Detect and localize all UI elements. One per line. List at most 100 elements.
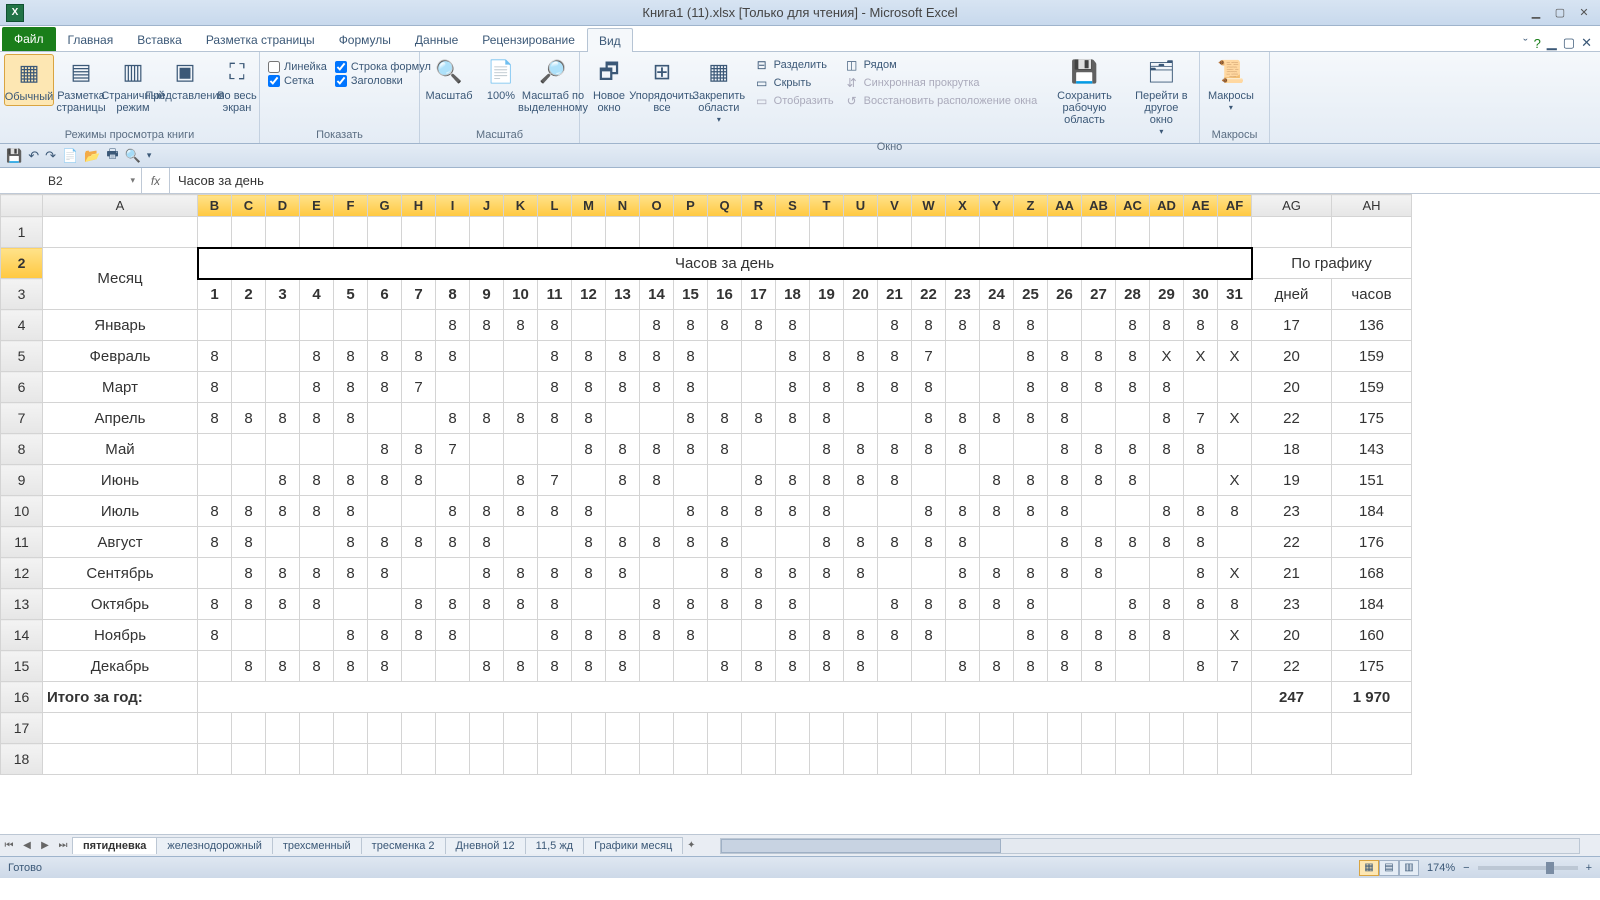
new-window-button[interactable]: 🗗Новое окно [584, 54, 634, 116]
column-header[interactable]: M [572, 195, 606, 217]
sidebyside-button[interactable]: ◫Рядом [840, 56, 1042, 74]
ribbon-tab[interactable]: Главная [56, 27, 126, 51]
view-break-icon[interactable]: ▥ [1399, 860, 1419, 876]
row-header[interactable]: 12 [1, 558, 43, 589]
row-header[interactable]: 10 [1, 496, 43, 527]
view-pagebreak-button[interactable]: ▥Страничный режим [108, 54, 158, 116]
tab-nav-next-icon[interactable]: ▶ [36, 840, 54, 851]
ribbon-tab[interactable]: Вид [587, 28, 633, 52]
row-header[interactable]: 13 [1, 589, 43, 620]
view-fullscreen-button[interactable]: ⛶Во весь экран [212, 54, 262, 116]
column-header[interactable]: K [504, 195, 538, 217]
column-header[interactable]: X [946, 195, 980, 217]
column-header[interactable]: L [538, 195, 572, 217]
ribbon-tab[interactable]: Рецензирование [470, 27, 587, 51]
doc-min-icon[interactable]: ▁ [1547, 35, 1557, 51]
column-header[interactable]: H [402, 195, 436, 217]
column-header[interactable]: AD [1150, 195, 1184, 217]
row-header[interactable]: 17 [1, 713, 43, 744]
column-header[interactable]: G [368, 195, 402, 217]
ribbon-tab[interactable]: Формулы [327, 27, 403, 51]
column-header[interactable]: Z [1014, 195, 1048, 217]
tab-nav-first-icon[interactable]: ⏮ [0, 840, 18, 851]
view-layout-icon[interactable]: ▤ [1379, 860, 1399, 876]
new-sheet-icon[interactable]: ✦ [682, 840, 700, 851]
file-tab[interactable]: Файл [2, 27, 56, 51]
spreadsheet-grid[interactable]: ABCDEFGHIJKLMNOPQRSTUVWXYZAAABACADAEAFAG… [0, 194, 1412, 775]
split-button[interactable]: ⊟Разделить [750, 56, 838, 74]
row-header[interactable]: 14 [1, 620, 43, 651]
new-icon[interactable]: 📄 [62, 148, 78, 164]
save-workspace-button[interactable]: 💾Сохранить рабочую область [1043, 54, 1126, 128]
sheet-tab[interactable]: пятидневка [72, 837, 157, 854]
column-header[interactable]: B [198, 195, 232, 217]
sheet-tab[interactable]: тресменка 2 [361, 837, 446, 854]
row-header[interactable]: 3 [1, 279, 43, 310]
row-header[interactable]: 15 [1, 651, 43, 682]
zoom-selection-button[interactable]: 🔎Масштаб по выделенному [528, 54, 578, 116]
save-icon[interactable]: 💾 [6, 148, 22, 164]
column-header[interactable]: O [640, 195, 674, 217]
quickprint-icon[interactable]: 🖶 [106, 145, 118, 167]
help-icon[interactable]: ? [1534, 36, 1541, 51]
view-normal-icon[interactable]: ▦ [1359, 860, 1379, 876]
reset-pos-button[interactable]: ↺Восстановить расположение окна [840, 92, 1042, 110]
hide-button[interactable]: ▭Скрыть [750, 74, 838, 92]
column-header[interactable]: I [436, 195, 470, 217]
formula-input[interactable]: Часов за день [170, 168, 1600, 193]
redo-icon[interactable]: ↷ [45, 148, 56, 164]
macros-button[interactable]: 📜Макросы▾ [1204, 54, 1258, 115]
ribbon-tab[interactable]: Разметка страницы [194, 27, 327, 51]
undo-icon[interactable]: ↶ [28, 148, 39, 164]
freeze-panes-button[interactable]: ▦Закрепить области▾ [690, 54, 748, 127]
column-header[interactable]: D [266, 195, 300, 217]
doc-close-icon[interactable]: ✕ [1581, 35, 1592, 51]
column-header[interactable]: P [674, 195, 708, 217]
sheet-tab[interactable]: 11,5 жд [525, 837, 584, 854]
doc-max-icon[interactable]: ▢ [1563, 35, 1575, 51]
sheet-tab[interactable]: трехсменный [272, 837, 362, 854]
row-header[interactable]: 11 [1, 527, 43, 558]
open-icon[interactable]: 📂 [84, 148, 100, 164]
column-header[interactable]: S [776, 195, 810, 217]
preview-icon[interactable]: 🔍 [125, 148, 141, 164]
column-header[interactable]: AE [1184, 195, 1218, 217]
gridlines-checkbox[interactable]: Сетка [264, 74, 331, 88]
row-header[interactable]: 7 [1, 403, 43, 434]
column-header[interactable]: C [232, 195, 266, 217]
column-header[interactable]: AB [1082, 195, 1116, 217]
column-header[interactable]: F [334, 195, 368, 217]
row-header[interactable]: 9 [1, 465, 43, 496]
column-header[interactable]: T [810, 195, 844, 217]
column-header[interactable] [1, 195, 43, 217]
row-header[interactable]: 18 [1, 744, 43, 775]
column-header[interactable]: Q [708, 195, 742, 217]
fx-icon[interactable]: fx [142, 168, 170, 193]
column-header[interactable]: E [300, 195, 334, 217]
unhide-button[interactable]: ▭Отобразить [750, 92, 838, 110]
zoom-label[interactable]: 174% [1427, 862, 1455, 874]
maximize-icon[interactable]: ▢ [1550, 6, 1570, 20]
column-header[interactable]: AG [1252, 195, 1332, 217]
column-header[interactable]: A [43, 195, 198, 217]
row-header[interactable]: 4 [1, 310, 43, 341]
row-header[interactable]: 16 [1, 682, 43, 713]
row-header[interactable]: 8 [1, 434, 43, 465]
column-header[interactable]: AF [1218, 195, 1252, 217]
arrange-all-button[interactable]: ⊞Упорядочить все [636, 54, 688, 116]
row-header[interactable]: 6 [1, 372, 43, 403]
column-header[interactable]: U [844, 195, 878, 217]
column-header[interactable]: AA [1048, 195, 1082, 217]
qat-dropdown-icon[interactable]: ▾ [147, 150, 152, 161]
column-header[interactable]: J [470, 195, 504, 217]
tab-nav-last-icon[interactable]: ⏭ [54, 840, 72, 851]
sheet-tab[interactable]: Графики месяц [583, 837, 683, 854]
name-box[interactable]: B2▾ [42, 168, 142, 193]
row-header[interactable]: 1 [1, 217, 43, 248]
view-custom-button[interactable]: ▣Представления [160, 54, 210, 104]
worksheet-area[interactable]: ABCDEFGHIJKLMNOPQRSTUVWXYZAAABACADAEAFAG… [0, 194, 1600, 834]
ribbon-minimize-icon[interactable]: ˇ [1523, 36, 1527, 51]
switch-windows-button[interactable]: 🗂Перейти в другое окно▾ [1128, 54, 1195, 139]
sheet-tab[interactable]: железнодорожный [156, 837, 273, 854]
column-header[interactable]: N [606, 195, 640, 217]
